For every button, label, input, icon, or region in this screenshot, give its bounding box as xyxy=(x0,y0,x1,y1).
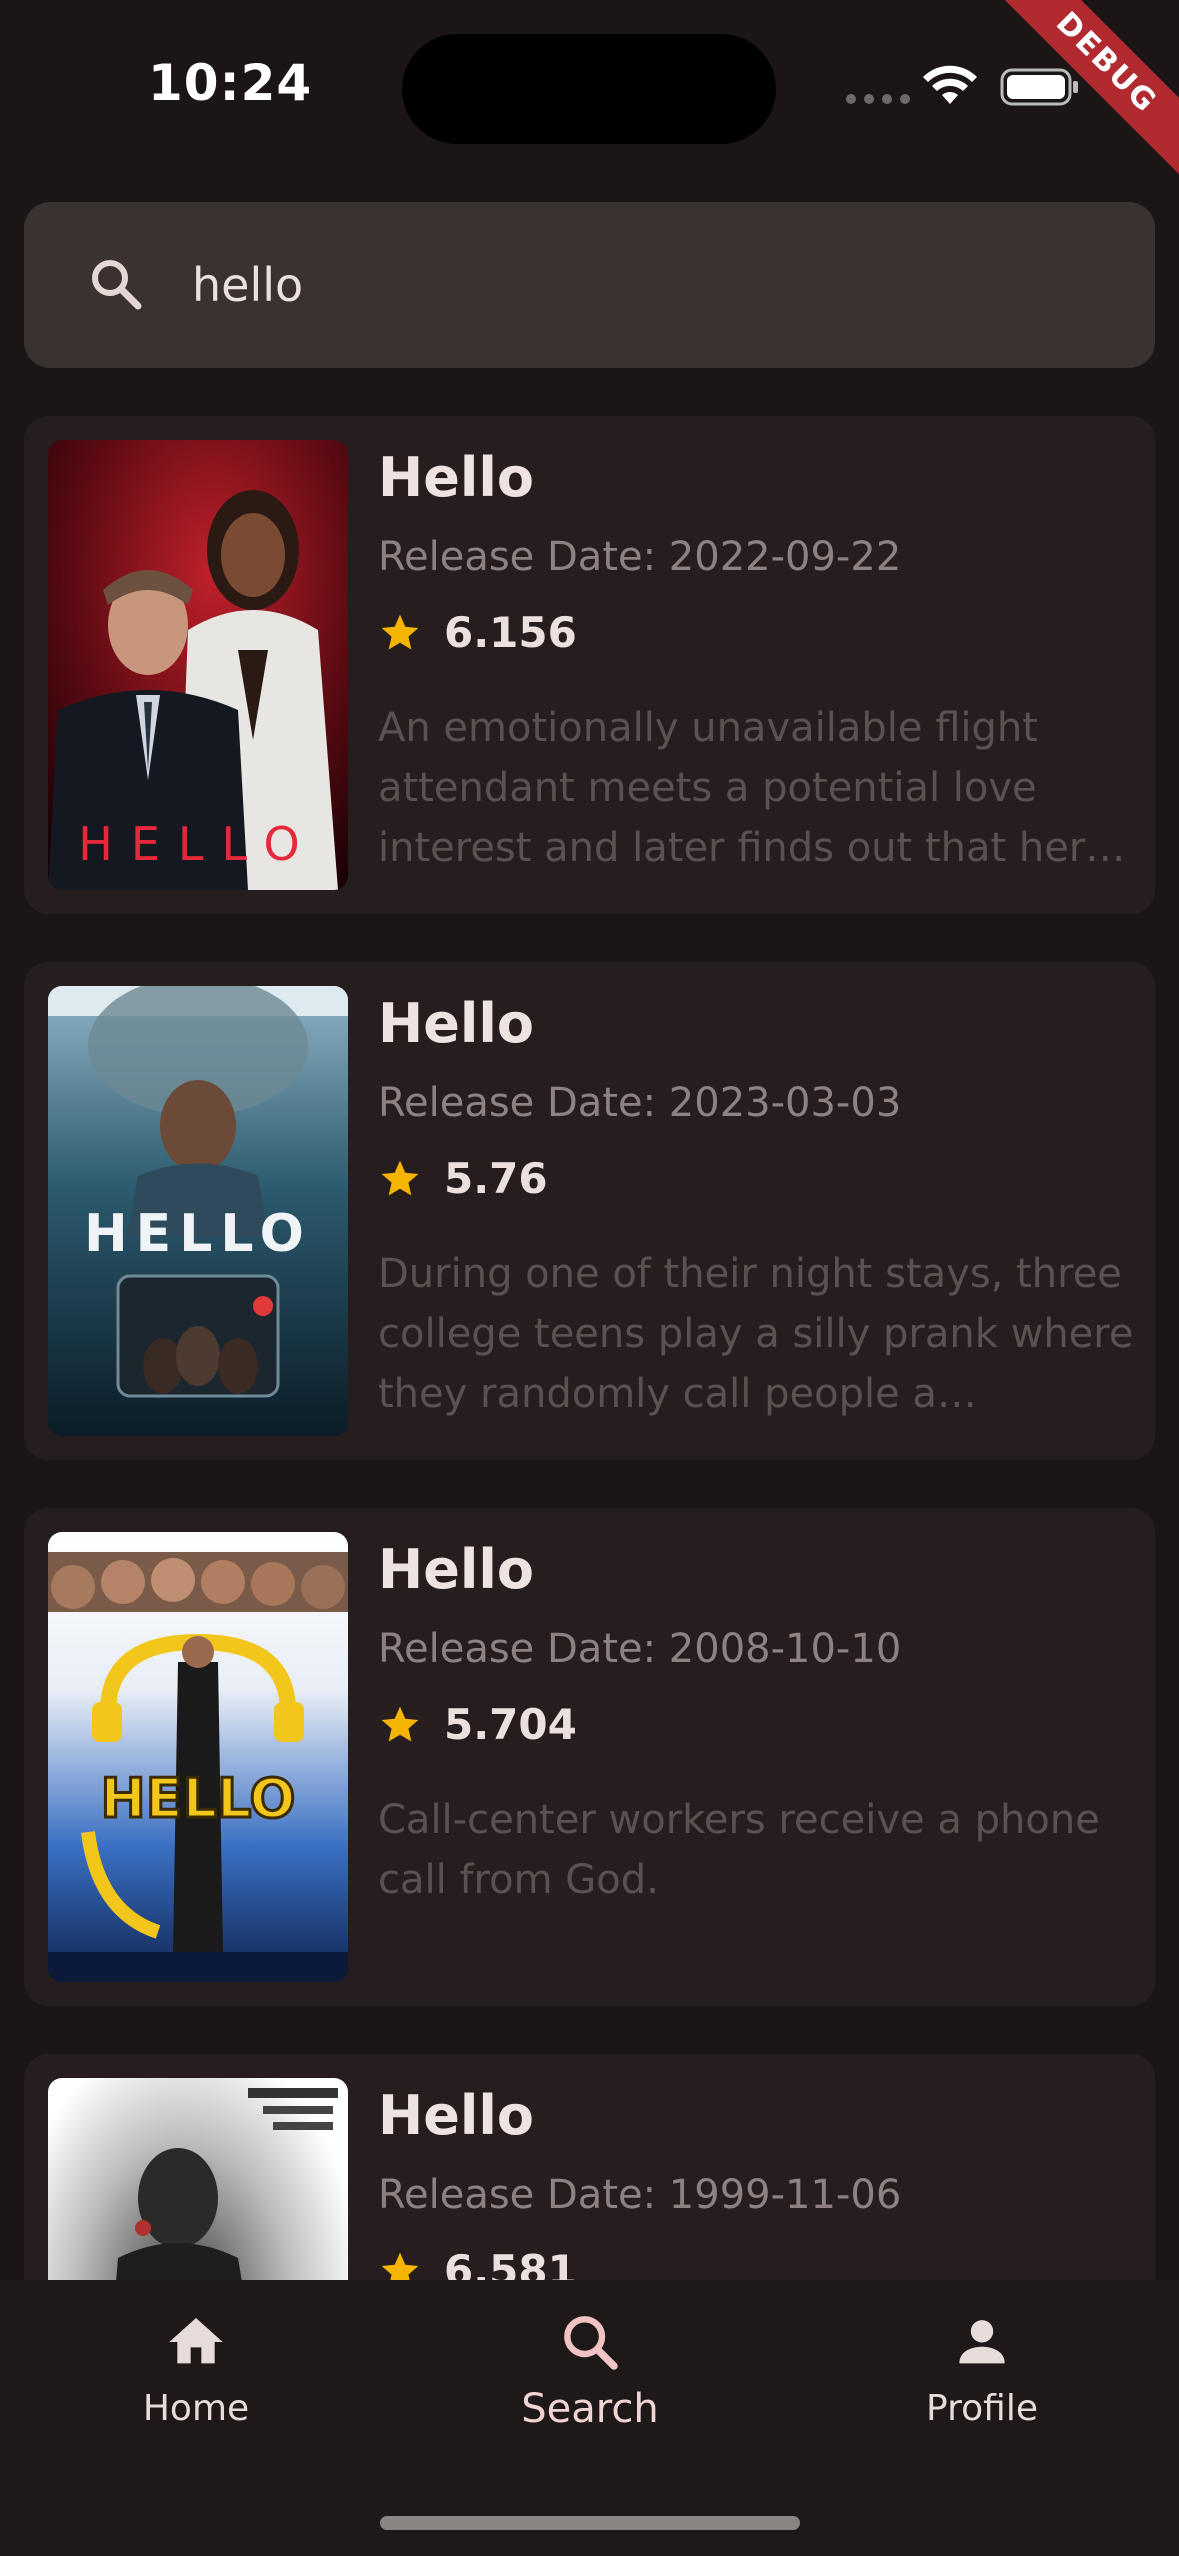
movie-overview: During one of their night stays, three c… xyxy=(378,1251,1134,1417)
search-icon xyxy=(92,260,142,310)
movie-overview: An emotionally unavailable flight attend… xyxy=(378,705,1126,871)
star-icon xyxy=(381,1706,419,1741)
status-time: 10:24 xyxy=(148,54,313,112)
movie-title: Hello xyxy=(378,2084,534,2147)
search-icon xyxy=(564,2316,618,2370)
home-indicator[interactable] xyxy=(380,2516,800,2530)
search-results-list[interactable]: HELLO Hello Release Date: 2022-09-22 6.1… xyxy=(0,416,1179,2280)
rating-row: 5.704 xyxy=(378,1700,577,1749)
movie-card[interactable]: HELLO Hello Release Date: 2022-09-22 6.1… xyxy=(24,416,1155,914)
movie-card[interactable]: Hello Release Date: 1999-11-06 6.581 xyxy=(24,2054,1155,2280)
nav-label-home: Home xyxy=(142,2388,250,2429)
release-date: Release Date: 1999-11-06 xyxy=(378,2172,902,2218)
star-icon xyxy=(381,2252,419,2280)
rating-row: 6.156 xyxy=(378,608,577,657)
home-icon xyxy=(169,2318,223,2364)
rating-row: 6.581 xyxy=(378,2246,577,2280)
movie-title: Hello xyxy=(378,446,534,509)
status-bar: 10:24 DEBUG xyxy=(0,0,1179,199)
movie-title: Hello xyxy=(378,992,534,1055)
rating-value: 5.704 xyxy=(444,1700,577,1749)
wifi-icon xyxy=(923,65,977,104)
nav-label-search: Search xyxy=(521,2386,659,2432)
bottom-navigation-bar: Home Search Profile xyxy=(0,2280,1179,2556)
nav-item-home[interactable]: Home xyxy=(66,2310,326,2460)
movie-card[interactable]: HELLO Hello Release Date: 2008-10-10 5.7… xyxy=(24,1508,1155,2006)
screen: 10:24 DEBUG hello HELLO Hello Release Da… xyxy=(0,0,1179,2556)
rating-value: 6.581 xyxy=(444,2246,577,2280)
nav-item-profile[interactable]: Profile xyxy=(852,2310,1112,2460)
movie-poster: HELLO xyxy=(48,1532,348,1982)
nav-label-profile: Profile xyxy=(926,2388,1038,2429)
release-date: Release Date: 2023-03-03 xyxy=(378,1080,902,1126)
movie-card[interactable]: HELLO Hello Release Date: 2023-03-03 5.7… xyxy=(24,962,1155,1460)
nav-item-search[interactable]: Search xyxy=(460,2310,720,2460)
movie-poster xyxy=(48,2078,348,2280)
star-icon xyxy=(381,614,419,649)
movie-title: Hello xyxy=(378,1538,534,1601)
search-bar[interactable] xyxy=(24,202,1155,368)
cellular-signal-icon xyxy=(846,94,910,104)
battery-icon xyxy=(1000,68,1078,106)
movie-overview: Call-center workers receive a phone call… xyxy=(378,1797,1100,1903)
star-icon xyxy=(381,1160,419,1195)
poster-title-text: HELLO xyxy=(101,1767,296,1830)
movie-poster: HELLO xyxy=(48,440,348,890)
dynamic-island xyxy=(402,34,776,144)
rating-value: 6.156 xyxy=(444,608,577,657)
person-icon xyxy=(959,2320,1005,2364)
movie-poster: HELLO xyxy=(48,986,348,1436)
release-date: Release Date: 2022-09-22 xyxy=(378,534,902,580)
poster-title-text: HELLO xyxy=(84,1204,312,1264)
release-date: Release Date: 2008-10-10 xyxy=(378,1626,902,1672)
rating-row: 5.76 xyxy=(378,1154,548,1203)
rating-value: 5.76 xyxy=(444,1154,548,1203)
poster-title-text: HELLO xyxy=(78,817,317,871)
search-input[interactable] xyxy=(192,242,1092,328)
